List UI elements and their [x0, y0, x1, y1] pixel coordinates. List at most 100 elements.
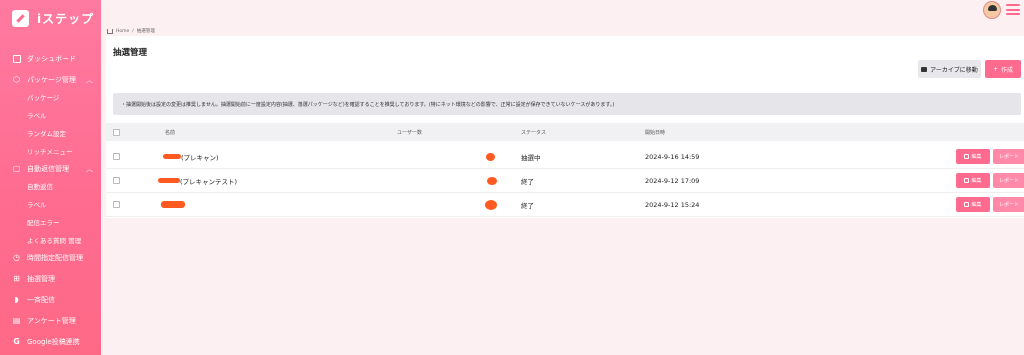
report-button[interactable]: レポート: [993, 149, 1024, 164]
edit-button[interactable]: 編集: [956, 197, 990, 212]
row-user-count-cell: [485, 193, 497, 216]
column-header-start[interactable]: 開始日時: [645, 123, 665, 141]
sidebar-item-label: 一斉配信: [27, 295, 55, 304]
brand-logo-icon: [12, 10, 29, 27]
sidebar-item-survey-management[interactable]: ▤ アンケート管理: [0, 312, 101, 329]
row-status: 終了: [521, 201, 534, 210]
brand[interactable]: iステップ: [12, 10, 94, 27]
report-button[interactable]: レポート: [993, 197, 1024, 212]
sidebar-item-label: 抽選管理: [27, 274, 55, 283]
report-button[interactable]: レポート: [993, 173, 1024, 188]
row-status: 抽選中: [521, 153, 541, 162]
sidebar-item-dashboard[interactable]: ダッシュボード: [0, 50, 101, 67]
table-header: 名前 ユーザー数 ステータス 開始日時: [106, 123, 1024, 141]
row-name-cell: (プレキャン): [163, 145, 219, 168]
home-icon[interactable]: [107, 28, 113, 34]
gift-icon: ⊞: [13, 274, 20, 283]
row-user-count-cell: [487, 169, 497, 192]
sidebar-subitem-label-2[interactable]: ラベル: [0, 195, 101, 213]
chat-icon: ▢: [12, 164, 21, 173]
sidebar-subitem-faq-management[interactable]: よくある質問 管理: [0, 231, 101, 249]
row-checkbox[interactable]: [113, 153, 120, 160]
page-title: 抽選管理: [113, 48, 148, 58]
sidebar-subitem-delivery-error[interactable]: 配信エラー: [0, 213, 101, 231]
rss-icon: ◗: [14, 295, 19, 304]
select-all-checkbox[interactable]: [113, 128, 120, 136]
main-card: 抽選管理 アーカイブに移動 + 作成 ・抽選開始後は設定の変更は推奨しません。抽…: [106, 36, 1024, 218]
row-start: 2024-9-12 15:24: [645, 200, 700, 209]
sidebar-subitem-random-settings[interactable]: ランダム設定: [0, 124, 101, 142]
create-button-label: 作成: [1001, 66, 1014, 74]
sidebar-item-label: パッケージ管理: [27, 75, 76, 84]
sidebar-subitem-auto-reply[interactable]: 自動返信: [0, 177, 101, 195]
redaction-mark: [161, 201, 185, 208]
edit-button-label: 編集: [971, 202, 982, 208]
sidebar-item-google-posts[interactable]: G Google投稿連携: [0, 333, 101, 350]
sidebar-subitem-label[interactable]: ラベル: [0, 106, 101, 124]
edit-button-label: 編集: [971, 154, 982, 160]
plus-icon: +: [992, 65, 998, 73]
edit-button[interactable]: 編集: [956, 173, 990, 188]
table-row[interactable]: (プレキャンテスト) 終了 2024-9-12 17:09 編集 レポート: [106, 169, 1024, 193]
create-button[interactable]: + 作成: [985, 60, 1021, 78]
edit-button-label: 編集: [971, 178, 982, 184]
sidebar-item-label: 時間指定配信管理: [27, 253, 83, 262]
chevron-up-icon[interactable]: ︿: [86, 75, 93, 85]
redaction-mark: [487, 176, 497, 185]
brand-name: iステップ: [37, 12, 95, 26]
row-checkbox[interactable]: [113, 177, 120, 184]
sidebar-item-lottery-management[interactable]: ⊞ 抽選管理: [0, 270, 101, 287]
row-status: 終了: [521, 177, 534, 186]
edit-icon: [964, 202, 970, 207]
sidebar-subitem-package[interactable]: パッケージ: [0, 88, 101, 106]
column-header-status[interactable]: ステータス: [521, 123, 546, 141]
archive-button[interactable]: アーカイブに移動: [918, 60, 981, 78]
clock-icon: ◷: [13, 253, 20, 262]
row-name-cell: [161, 193, 185, 216]
column-header-user-count[interactable]: ユーザー数: [397, 123, 422, 141]
row-checkbox[interactable]: [113, 201, 120, 208]
sidebar-item-broadcast[interactable]: ◗ 一斉配信: [0, 291, 101, 308]
google-icon: G: [13, 337, 20, 346]
sidebar-item-label: ダッシュボード: [27, 54, 76, 63]
redaction-mark: [163, 154, 181, 159]
cube-icon: ⬡: [13, 75, 20, 84]
sidebar-item-label: Google投稿連携: [27, 337, 80, 346]
row-user-count-cell: [486, 145, 495, 168]
edit-icon: [964, 178, 970, 183]
breadcrumb-home[interactable]: Home: [116, 29, 129, 34]
sidebar-item-auto-reply-management[interactable]: ▢ 自動返信管理 ︿: [0, 160, 101, 177]
sidebar-item-label: 自動返信管理: [27, 164, 69, 173]
edit-icon: [964, 154, 970, 159]
row-name: (プレキャン): [181, 153, 219, 162]
table-row[interactable]: 終了 2024-9-12 15:24 編集 レポート: [106, 193, 1024, 217]
top-bar: [101, 0, 1024, 22]
column-header-name[interactable]: 名前: [165, 123, 175, 141]
dashboard-icon: [12, 54, 21, 63]
table-row[interactable]: (プレキャン) 抽選中 2024-9-16 14:59 編集 レポート: [106, 145, 1024, 169]
archive-button-label: アーカイブに移動: [930, 66, 978, 74]
row-name: (プレキャンテスト): [180, 177, 238, 186]
row-start: 2024-9-16 14:59: [645, 152, 700, 161]
sidebar-subitem-rich-menu[interactable]: リッチメニュー: [0, 142, 101, 160]
archive-icon: [921, 66, 928, 72]
notice-banner: ・抽選開始後は設定の変更は推奨しません。抽選開始前に一度設定内容(抽選、落選パッ…: [113, 93, 1021, 115]
edit-button[interactable]: 編集: [956, 149, 990, 164]
breadcrumb-separator: /: [132, 28, 134, 34]
sidebar-item-scheduled-delivery[interactable]: ◷ 時間指定配信管理: [0, 249, 101, 266]
breadcrumb-current: 抽選管理: [136, 29, 155, 34]
chevron-up-icon[interactable]: ︿: [86, 164, 93, 174]
sidebar-item-package-management[interactable]: ⬡ パッケージ管理 ︿: [0, 71, 101, 88]
redaction-mark: [485, 199, 497, 210]
document-icon: ▤: [12, 316, 21, 325]
redaction-mark: [158, 178, 180, 183]
breadcrumb: Home / 抽選管理: [107, 28, 155, 34]
avatar[interactable]: [983, 1, 1001, 19]
sidebar: iステップ ダッシュボード ⬡ パッケージ管理 ︿ パッケージ ラベル ランダム…: [0, 0, 101, 355]
sidebar-nav: ダッシュボード ⬡ パッケージ管理 ︿ パッケージ ラベル ランダム設定 リッチ…: [0, 50, 101, 350]
hamburger-menu-icon[interactable]: [1006, 4, 1020, 15]
sidebar-item-label: アンケート管理: [27, 316, 76, 325]
row-name-cell: (プレキャンテスト): [158, 169, 237, 192]
row-start: 2024-9-12 17:09: [645, 176, 700, 185]
redaction-mark: [486, 152, 495, 161]
